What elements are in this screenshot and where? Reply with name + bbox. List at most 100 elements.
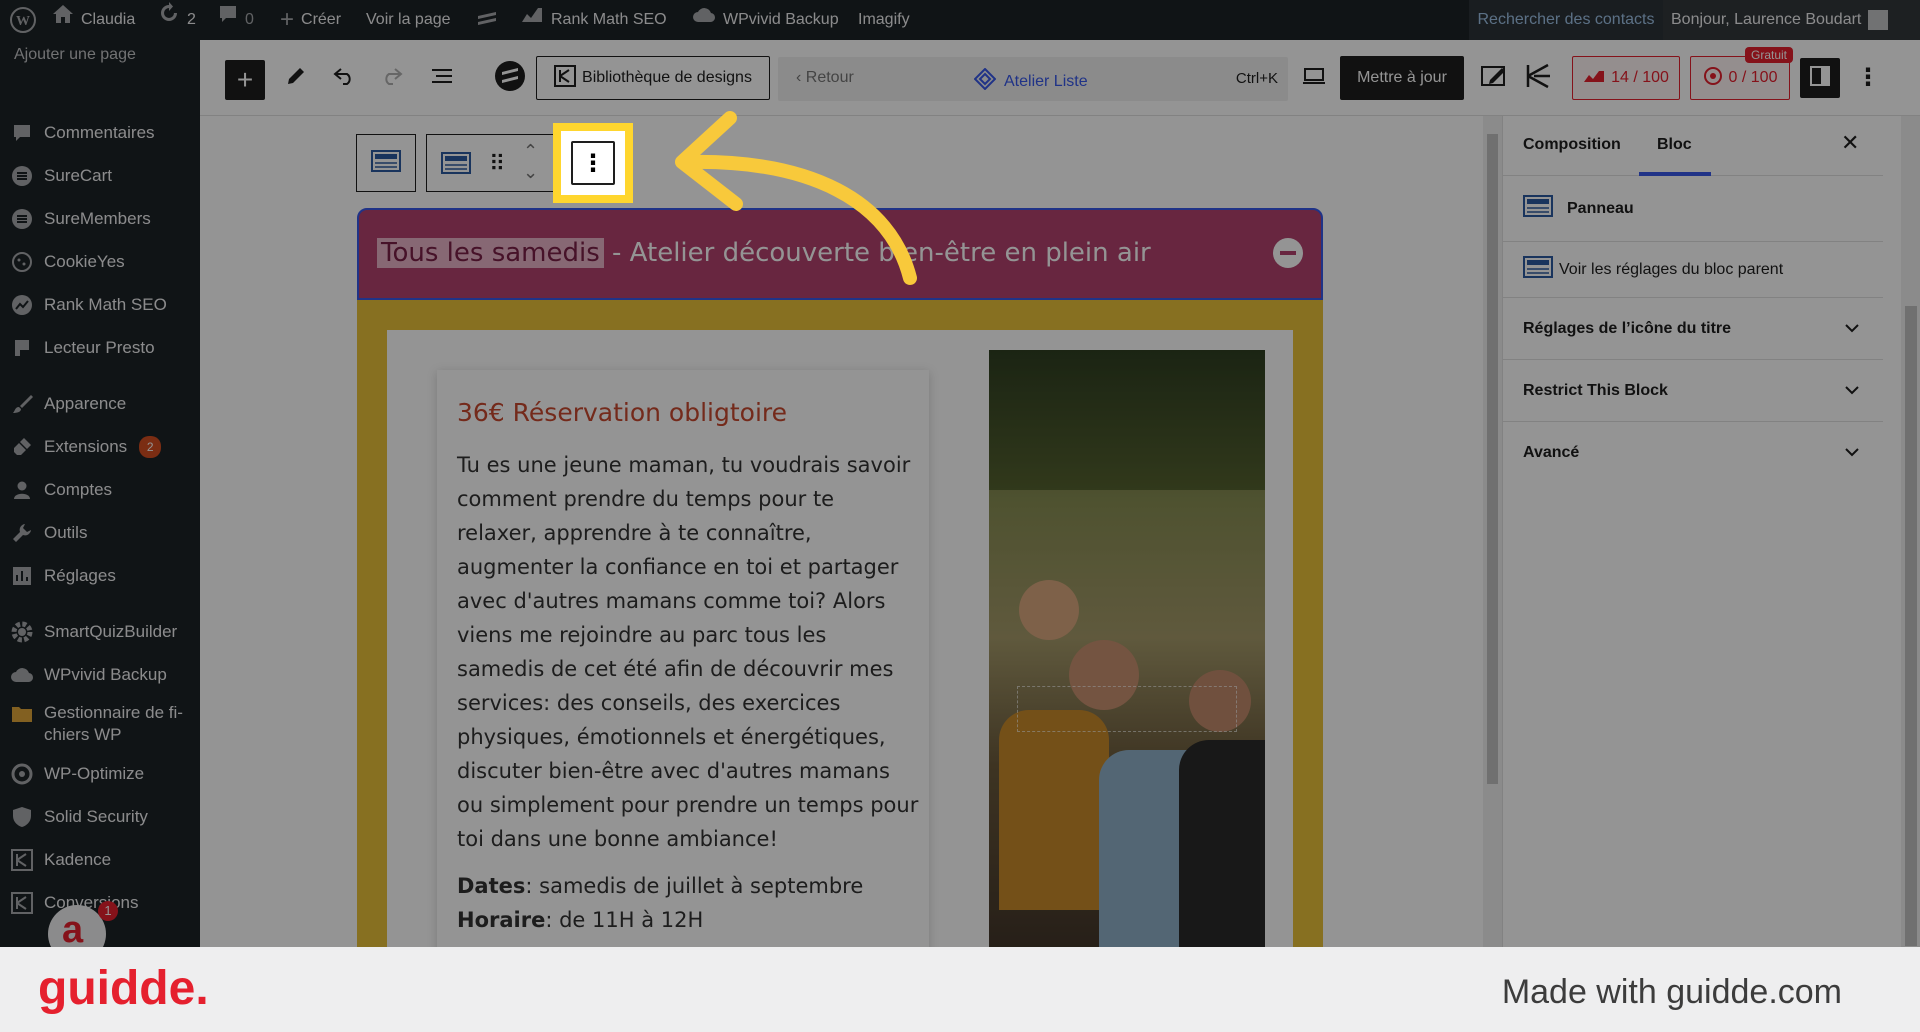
sidebar-item-wpvivid[interactable]: WPvivid Backup	[0, 655, 200, 695]
imagify-link[interactable]: Imagify	[858, 0, 910, 40]
document-overview-button[interactable]	[422, 55, 462, 101]
kadence-k-icon	[1524, 63, 1552, 94]
search-contacts-link[interactable]: Rechercher des contacts	[1469, 0, 1663, 40]
redo-button[interactable]	[374, 55, 410, 101]
undo-icon	[333, 67, 355, 90]
chevron-down-icon[interactable]: ⌃	[523, 161, 538, 181]
drag-handle-icon[interactable]: ⠿	[489, 151, 505, 177]
hours-label: Horaire	[457, 908, 546, 932]
wrench-icon	[10, 521, 34, 545]
updates-link[interactable]: 2	[158, 0, 196, 40]
updates-count: 2	[187, 11, 196, 28]
document-title[interactable]: Atelier Liste	[973, 67, 1088, 95]
undo-button[interactable]	[326, 55, 362, 101]
update-button[interactable]: Mettre à jour	[1340, 56, 1464, 100]
block-options-button[interactable]: ⋮	[571, 141, 615, 185]
sidebar-item-extensions[interactable]: Extensions 2	[0, 427, 200, 467]
design-library-label: Bibliothèque de designs	[582, 69, 752, 86]
sidebar-item-comptes[interactable]: Comptes	[0, 470, 200, 510]
move-buttons[interactable]: ⌃ ⌃	[523, 141, 538, 181]
sidebar-item-file-manager[interactable]: Gestionnaire de fi-chiers WP	[0, 696, 200, 746]
canvas-scrollbar-thumb[interactable]	[1487, 134, 1498, 784]
design-library-button[interactable]: Bibliothèque de designs	[536, 56, 770, 100]
panel-block-icon	[371, 149, 401, 177]
view-page-link[interactable]: Voir la page	[366, 0, 451, 40]
seo-score-button[interactable]: 14 / 100	[1572, 56, 1680, 100]
settings-panel-toggle[interactable]	[1800, 58, 1840, 98]
folder-icon	[10, 702, 34, 726]
panel-scrollbar-thumb[interactable]	[1905, 306, 1917, 946]
parent-settings-link[interactable]: Voir les réglages du bloc parent	[1503, 242, 1883, 298]
tools-button[interactable]	[278, 55, 314, 101]
rankmath-icon	[520, 0, 544, 40]
parent-block-button[interactable]	[356, 134, 416, 192]
section-restrict-block[interactable]: Restrict This Block	[1503, 360, 1883, 422]
sidebar-item-presto[interactable]: Lecteur Presto	[0, 328, 200, 368]
sidebar-item-apparence[interactable]: Apparence	[0, 384, 200, 424]
panel-scrollbar[interactable]	[1901, 116, 1920, 947]
sidebar-item-solid-security[interactable]: Solid Security	[0, 797, 200, 837]
tab-composition[interactable]: Composition	[1523, 136, 1621, 154]
pattern-icon	[973, 67, 997, 95]
wpvivid-link[interactable]: WPvivid Backup	[692, 0, 839, 40]
comments-count: 0	[245, 11, 254, 28]
kadence-icon	[10, 848, 34, 872]
guidde-logo[interactable]: guidde.	[38, 961, 209, 1016]
panel-block-icon	[1523, 256, 1553, 283]
close-icon[interactable]: ✕	[1841, 130, 1859, 156]
sidebar-item-wp-optimize[interactable]: WP-Optimize	[0, 754, 200, 794]
sidebar-item-label: WP-Optimize	[44, 764, 145, 783]
stack-icon[interactable]	[475, 0, 499, 40]
wordpress-logo-icon[interactable]: W	[10, 0, 36, 40]
note-edit-icon	[1480, 64, 1508, 93]
section-advanced[interactable]: Avancé	[1503, 422, 1883, 484]
chevron-up-icon[interactable]: ⌃	[523, 141, 538, 161]
stackable-button[interactable]	[490, 55, 530, 101]
sidebar-truncated-item[interactable]: Ajouter une page	[14, 46, 136, 64]
sidebar-item-label: Réglages	[44, 566, 116, 585]
made-with-text[interactable]: Made with guidde.com	[1502, 973, 1842, 1012]
user-menu[interactable]: Bonjour, Laurence Boudart	[1663, 0, 1920, 40]
options-button[interactable]: ⋮	[1850, 55, 1886, 101]
collapse-icon[interactable]	[1273, 238, 1303, 268]
sidebar-item-outils[interactable]: Outils	[0, 513, 200, 553]
preview-device-button[interactable]	[1296, 55, 1332, 101]
sidebar-item-commentaires[interactable]: Commentaires	[0, 113, 200, 153]
plus-icon: +	[236, 64, 254, 95]
section-title-icon-settings[interactable]: Réglages de l’icône du titre	[1503, 298, 1883, 360]
back-link[interactable]: ‹ Retour	[796, 69, 854, 87]
create-menu[interactable]: + Créer	[280, 0, 341, 40]
sidebar-item-label: Comptes	[44, 480, 113, 499]
sidebar-item-kadence[interactable]: Kadence	[0, 840, 200, 880]
sidebar-item-smartquizbuilder[interactable]: SmartQuizBuilder	[0, 612, 200, 652]
content-score-button[interactable]: 0 / 100 Gratuit	[1690, 47, 1793, 100]
canvas-scrollbar[interactable]	[1483, 116, 1502, 947]
add-block-button[interactable]: +	[225, 60, 265, 100]
sidebar-item-suremembers[interactable]: SureMembers	[0, 199, 200, 239]
photo-women-picnic[interactable]	[989, 350, 1265, 947]
edit-note-button[interactable]	[1476, 55, 1512, 101]
rankmath-link[interactable]: Rank Math SEO	[520, 0, 667, 40]
command-bar[interactable]: ‹ Retour Atelier Liste Ctrl+K	[778, 57, 1288, 101]
highlight-frame: ⋮	[553, 123, 633, 203]
kadence-icon	[554, 64, 577, 92]
sidebar-item-label: Rank Math SEO	[44, 295, 167, 314]
sidebar-item-reglages[interactable]: Réglages	[0, 556, 200, 596]
sidebar-item-label: Outils	[44, 523, 88, 542]
redo-icon	[381, 67, 403, 90]
surecart-icon	[10, 164, 34, 188]
sidebar-item-label: SmartQuizBuilder	[44, 622, 178, 641]
tab-bloc[interactable]: Bloc	[1657, 136, 1692, 154]
admin-sidebar: Ajouter une page Commentaires SureCart S…	[0, 40, 200, 947]
kadence-settings-button[interactable]	[1520, 55, 1556, 101]
sidebar-item-rankmath[interactable]: Rank Math SEO	[0, 285, 200, 325]
content-score: 0 / 100	[1728, 69, 1778, 86]
more-vertical-icon: ⋮	[1856, 64, 1880, 91]
sidebar-item-cookieyes[interactable]: CookieYes	[0, 242, 200, 282]
block-type-button[interactable]	[441, 152, 471, 179]
site-name-link[interactable]: Claudia	[52, 0, 135, 40]
section-label: Avancé	[1523, 444, 1580, 461]
sidebar-item-surecart[interactable]: SureCart	[0, 156, 200, 196]
sidebar-item-label: Kadence	[44, 850, 112, 869]
comments-link[interactable]: 0	[218, 0, 254, 40]
